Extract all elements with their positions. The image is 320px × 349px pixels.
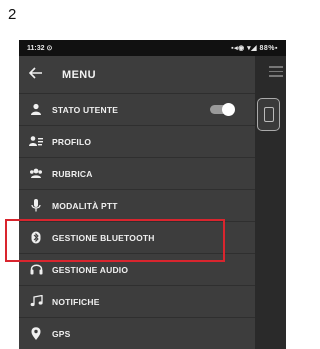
person-icon	[29, 103, 43, 117]
highlight-box	[5, 219, 225, 262]
microphone-icon	[29, 199, 43, 213]
back-arrow-icon[interactable]	[28, 67, 43, 81]
device-icon[interactable]	[257, 98, 280, 131]
side-menu: MENU STATO UTENTE PROFILO RUBRICA MODALI…	[19, 56, 255, 349]
menu-item-gps[interactable]: GPS	[19, 318, 255, 349]
menu-item-stato-utente[interactable]: STATO UTENTE	[19, 94, 255, 126]
menu-item-label: NOTIFICHE	[52, 297, 100, 307]
contacts-icon	[29, 167, 43, 181]
headphones-icon	[29, 263, 43, 277]
menu-title: MENU	[62, 69, 96, 81]
menu-item-label: STATO UTENTE	[52, 105, 119, 115]
menu-header: MENU	[19, 56, 255, 94]
menu-item-rubrica[interactable]: RUBRICA	[19, 158, 255, 190]
toggle-knob	[222, 103, 235, 116]
menu-item-label: MODALITÀ PTT	[52, 201, 118, 211]
menu-item-label: RUBRICA	[52, 169, 93, 179]
music-note-icon	[29, 294, 43, 309]
menu-item-label: GPS	[52, 329, 71, 339]
stato-utente-toggle[interactable]	[210, 103, 235, 116]
page-number: 2	[8, 6, 17, 23]
menu-item-notifiche[interactable]: NOTIFICHE	[19, 286, 255, 318]
location-pin-icon	[29, 327, 43, 341]
profile-icon	[29, 135, 43, 149]
status-time: 11:32 ⊙	[27, 45, 53, 52]
status-bar: 11:32 ⊙ ▪◂◉ ▾◢ 88%▪	[19, 40, 286, 56]
menu-item-profilo[interactable]: PROFILO	[19, 126, 255, 158]
status-icons: ▪◂◉ ▾◢ 88%▪	[231, 45, 278, 52]
hamburger-menu-icon[interactable]	[269, 66, 283, 77]
menu-item-label: GESTIONE AUDIO	[52, 265, 129, 275]
menu-item-modalita-ptt[interactable]: MODALITÀ PTT	[19, 190, 255, 222]
menu-item-label: PROFILO	[52, 137, 92, 147]
phone-screen: 11:32 ⊙ ▪◂◉ ▾◢ 88%▪ MENU STATO UTENTE PR…	[19, 40, 286, 349]
